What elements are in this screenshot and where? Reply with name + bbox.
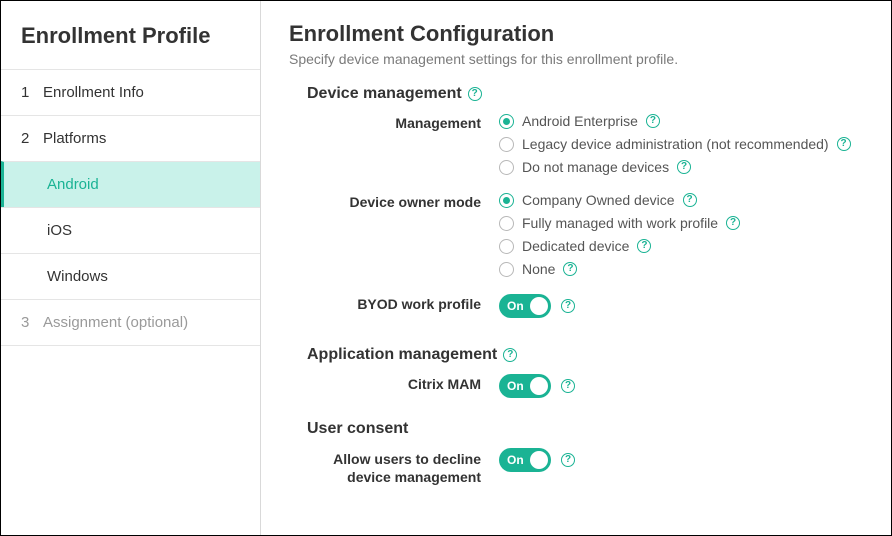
field-label: Citrix MAM <box>289 374 499 392</box>
toggle-knob <box>530 377 548 395</box>
help-icon[interactable]: ? <box>637 239 651 253</box>
nav-step-number: 2 <box>21 130 35 147</box>
help-icon[interactable]: ? <box>503 348 517 362</box>
radio-label: Do not manage devices <box>522 159 669 175</box>
toggle-citrix-mam[interactable]: On <box>499 374 551 398</box>
field-control: Company Owned device ? Fully managed wit… <box>499 192 863 284</box>
sidebar: Enrollment Profile 1 Enrollment Info 2 P… <box>1 1 261 535</box>
radio-do-not-manage[interactable]: Do not manage devices ? <box>499 159 863 175</box>
help-icon[interactable]: ? <box>563 262 577 276</box>
help-icon[interactable]: ? <box>646 114 660 128</box>
toggle-label: On <box>507 379 524 393</box>
section-title: Device management <box>307 85 462 103</box>
nav-sub-label: Windows <box>47 268 108 285</box>
radio-none[interactable]: None ? <box>499 261 863 277</box>
section-user-consent: User consent <box>307 420 863 438</box>
section-device-management: Device management ? <box>307 85 863 103</box>
help-icon[interactable]: ? <box>683 193 697 207</box>
field-owner-mode: Device owner mode Company Owned device ?… <box>289 192 863 284</box>
radio-icon <box>499 262 514 277</box>
section-application-management: Application management ? <box>307 346 863 364</box>
help-icon[interactable]: ? <box>677 160 691 174</box>
help-icon[interactable]: ? <box>561 379 575 393</box>
toggle-decline-management[interactable]: On <box>499 448 551 472</box>
field-label: Device owner mode <box>289 192 499 210</box>
nav-sub-label: iOS <box>47 222 72 239</box>
page-title: Enrollment Configuration <box>289 21 863 47</box>
radio-icon <box>499 193 514 208</box>
nav-item-label: Assignment (optional) <box>43 314 188 331</box>
radio-dedicated-device[interactable]: Dedicated device ? <box>499 238 863 254</box>
main-panel: Enrollment Configuration Specify device … <box>261 1 891 535</box>
field-control: Android Enterprise ? Legacy device admin… <box>499 113 863 182</box>
field-control: On ? <box>499 448 863 472</box>
field-control: On ? <box>499 374 863 398</box>
toggle-knob <box>530 451 548 469</box>
radio-label: Legacy device administration (not recomm… <box>522 136 829 152</box>
help-icon[interactable]: ? <box>561 453 575 467</box>
radio-label: Android Enterprise <box>522 113 638 129</box>
help-icon[interactable]: ? <box>468 87 482 101</box>
radio-label: Dedicated device <box>522 238 629 254</box>
nav-item-label: Platforms <box>43 130 106 147</box>
field-label: Management <box>289 113 499 131</box>
radio-company-owned[interactable]: Company Owned device ? <box>499 192 863 208</box>
field-management: Management Android Enterprise ? Legacy d… <box>289 113 863 182</box>
nav-item-enrollment-info[interactable]: 1 Enrollment Info <box>1 69 260 115</box>
radio-icon <box>499 114 514 129</box>
nav-step-number: 3 <box>21 314 35 331</box>
radio-fully-managed-work-profile[interactable]: Fully managed with work profile ? <box>499 215 863 231</box>
field-citrix-mam: Citrix MAM On ? <box>289 374 863 398</box>
field-label: Allow users to decline device management <box>289 448 499 486</box>
app-root: Enrollment Profile 1 Enrollment Info 2 P… <box>0 0 892 536</box>
nav-item-platforms[interactable]: 2 Platforms <box>1 115 260 161</box>
toggle-label: On <box>507 299 524 313</box>
field-byod: BYOD work profile On ? <box>289 294 863 318</box>
field-decline-management: Allow users to decline device management… <box>289 448 863 486</box>
section-title: Application management <box>307 346 497 364</box>
nav-sub-ios[interactable]: iOS <box>1 207 260 253</box>
help-icon[interactable]: ? <box>561 299 575 313</box>
nav-sub-label: Android <box>47 176 99 193</box>
toggle-knob <box>530 297 548 315</box>
toggle-label: On <box>507 453 524 467</box>
nav-sub-android[interactable]: Android <box>1 161 260 207</box>
radio-icon <box>499 216 514 231</box>
field-label: BYOD work profile <box>289 294 499 312</box>
sidebar-title: Enrollment Profile <box>1 1 260 69</box>
field-control: On ? <box>499 294 863 318</box>
nav-sub-windows[interactable]: Windows <box>1 253 260 299</box>
section-title: User consent <box>307 420 408 438</box>
nav-step-number: 1 <box>21 84 35 101</box>
help-icon[interactable]: ? <box>837 137 851 151</box>
help-icon[interactable]: ? <box>726 216 740 230</box>
nav-item-label: Enrollment Info <box>43 84 144 101</box>
radio-label: None <box>522 261 555 277</box>
radio-icon <box>499 137 514 152</box>
radio-icon <box>499 239 514 254</box>
page-subtitle: Specify device management settings for t… <box>289 51 863 67</box>
radio-label: Company Owned device <box>522 192 675 208</box>
radio-label: Fully managed with work profile <box>522 215 718 231</box>
toggle-byod[interactable]: On <box>499 294 551 318</box>
nav-item-assignment[interactable]: 3 Assignment (optional) <box>1 299 260 346</box>
radio-android-enterprise[interactable]: Android Enterprise ? <box>499 113 863 129</box>
radio-icon <box>499 160 514 175</box>
radio-legacy-admin[interactable]: Legacy device administration (not recomm… <box>499 136 863 152</box>
